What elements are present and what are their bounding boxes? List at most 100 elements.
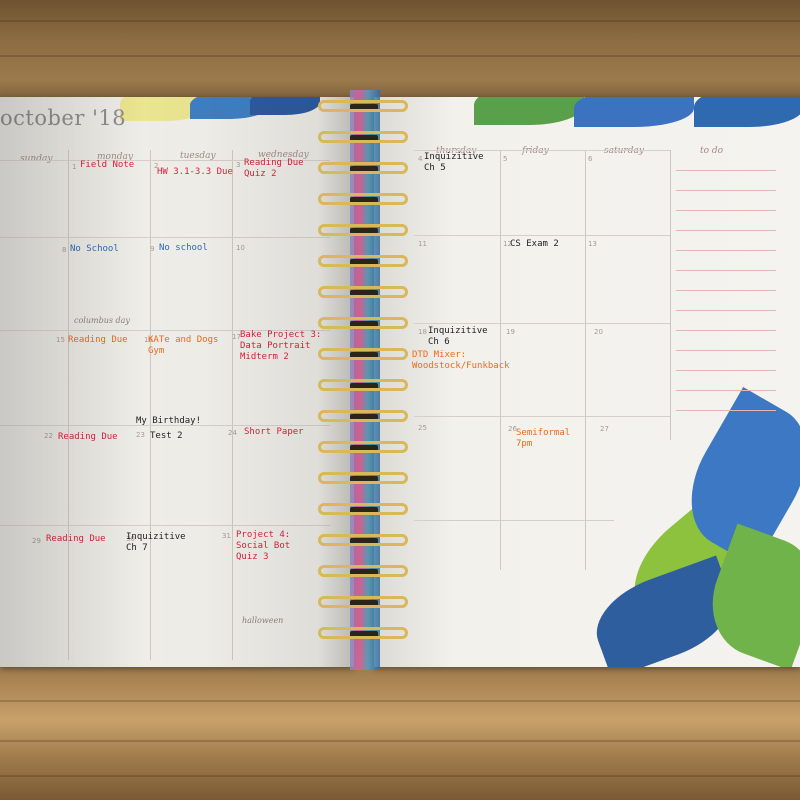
todo-line xyxy=(676,190,776,191)
grid-line xyxy=(585,150,586,570)
spiral-ring xyxy=(318,596,408,608)
calendar-entry: No school xyxy=(159,243,208,253)
date-number: 10 xyxy=(236,244,245,252)
calendar-entry: Project 4: Social Bot Quiz 3 xyxy=(236,530,291,562)
todo-line xyxy=(676,410,776,411)
grid-line xyxy=(414,416,670,417)
spiral-ring xyxy=(318,224,408,236)
leaf-decoration xyxy=(694,97,800,127)
spiral-ring xyxy=(318,348,408,360)
grid-line xyxy=(0,525,330,526)
todo-line xyxy=(676,230,776,231)
date-number: 20 xyxy=(594,328,603,336)
calendar-entry: CS Exam 2 xyxy=(510,239,559,249)
grid-line xyxy=(0,237,330,238)
calendar-entry: My Birthday! xyxy=(136,416,202,426)
grid-line xyxy=(414,323,670,324)
planner-left-page xyxy=(0,97,354,667)
calendar-entry: DTD Mixer: Woodstock/Funkback xyxy=(412,350,510,371)
calendar-entry: Semiformal 7pm xyxy=(516,428,571,449)
calendar-entry: Reading Due xyxy=(68,335,128,345)
date-number: 8 xyxy=(62,246,67,254)
todo-line xyxy=(676,210,776,211)
holiday-label: columbus day xyxy=(74,316,130,325)
day-header-todo: to do xyxy=(700,146,724,156)
date-number: 18 xyxy=(418,328,427,336)
spiral-ring xyxy=(318,379,408,391)
todo-line xyxy=(676,390,776,391)
date-number: 29 xyxy=(32,537,41,545)
calendar-entry: No School xyxy=(70,244,119,254)
date-number: 5 xyxy=(503,155,508,163)
leaf-decoration xyxy=(250,97,320,115)
calendar-entry: Inquizitive Ch 7 xyxy=(126,532,186,553)
spiral-ring xyxy=(318,193,408,205)
month-title: october '18 xyxy=(0,106,127,130)
holiday-label: halloween xyxy=(242,616,284,625)
grid-line xyxy=(414,520,614,521)
spiral-ring xyxy=(318,317,408,329)
date-number: 9 xyxy=(150,245,155,253)
calendar-entry: Bake Project 3: Data Portrait Midterm 2 xyxy=(240,330,322,362)
spiral-ring xyxy=(318,441,408,453)
calendar-entry: Reading Due xyxy=(58,432,118,442)
todo-line xyxy=(676,290,776,291)
calendar-entry: KATe and Dogs Gym xyxy=(148,335,219,356)
spiral-ring xyxy=(318,255,408,267)
date-number: 3 xyxy=(236,161,241,169)
grid-line xyxy=(68,150,69,660)
todo-line xyxy=(676,370,776,371)
grid-line xyxy=(414,235,670,236)
date-number: 22 xyxy=(44,432,53,440)
spiral-ring xyxy=(318,100,408,112)
calendar-entry: Reading Due xyxy=(46,534,106,544)
grid-line xyxy=(232,150,233,660)
day-header-saturday: saturday xyxy=(604,146,644,156)
spiral-ring xyxy=(318,410,408,422)
date-number: 31 xyxy=(222,532,231,540)
date-number: 13 xyxy=(588,240,597,248)
day-header-friday: friday xyxy=(522,146,549,156)
date-number: 6 xyxy=(588,155,593,163)
todo-line xyxy=(676,310,776,311)
todo-line xyxy=(676,330,776,331)
wood-grain xyxy=(0,700,800,702)
calendar-entry: HW 3.1-3.3 Due xyxy=(157,167,233,177)
grid-line xyxy=(670,150,671,440)
planner-right-page xyxy=(374,97,800,667)
spiral-ring xyxy=(318,503,408,515)
calendar-entry: Inquizitive Ch 5 xyxy=(424,152,484,173)
date-number: 4 xyxy=(418,155,423,163)
wood-grain xyxy=(0,20,800,22)
spiral-ring xyxy=(318,472,408,484)
date-number: 11 xyxy=(418,240,427,248)
calendar-entry: Inquizitive Ch 6 xyxy=(428,326,488,347)
calendar-entry: Reading Due Quiz 2 xyxy=(244,158,304,179)
todo-line xyxy=(676,170,776,171)
todo-line xyxy=(676,270,776,271)
date-number: 27 xyxy=(600,425,609,433)
todo-line xyxy=(676,350,776,351)
leaf-decoration xyxy=(574,97,694,127)
grid-line xyxy=(150,150,151,660)
spiral-ring xyxy=(318,286,408,298)
wood-grain xyxy=(0,740,800,742)
day-header-sunday: sunday xyxy=(20,154,53,164)
leaf-decoration xyxy=(474,97,584,125)
date-number: 19 xyxy=(506,328,515,336)
wood-grain xyxy=(0,775,800,777)
calendar-entry: Test 2 xyxy=(150,431,183,441)
todo-line xyxy=(676,250,776,251)
date-number: 23 xyxy=(136,431,145,439)
calendar-entry: Field Note xyxy=(80,160,135,170)
grid-line xyxy=(414,150,670,151)
date-number: 25 xyxy=(418,424,427,432)
spiral-ring xyxy=(318,131,408,143)
calendar-entry: Short Paper xyxy=(244,427,304,437)
wood-grain xyxy=(0,55,800,57)
spiral-ring xyxy=(318,627,408,639)
date-number: 15 xyxy=(56,336,65,344)
spiral-ring xyxy=(318,565,408,577)
date-number: 1 xyxy=(72,163,77,171)
spiral-ring xyxy=(318,162,408,174)
